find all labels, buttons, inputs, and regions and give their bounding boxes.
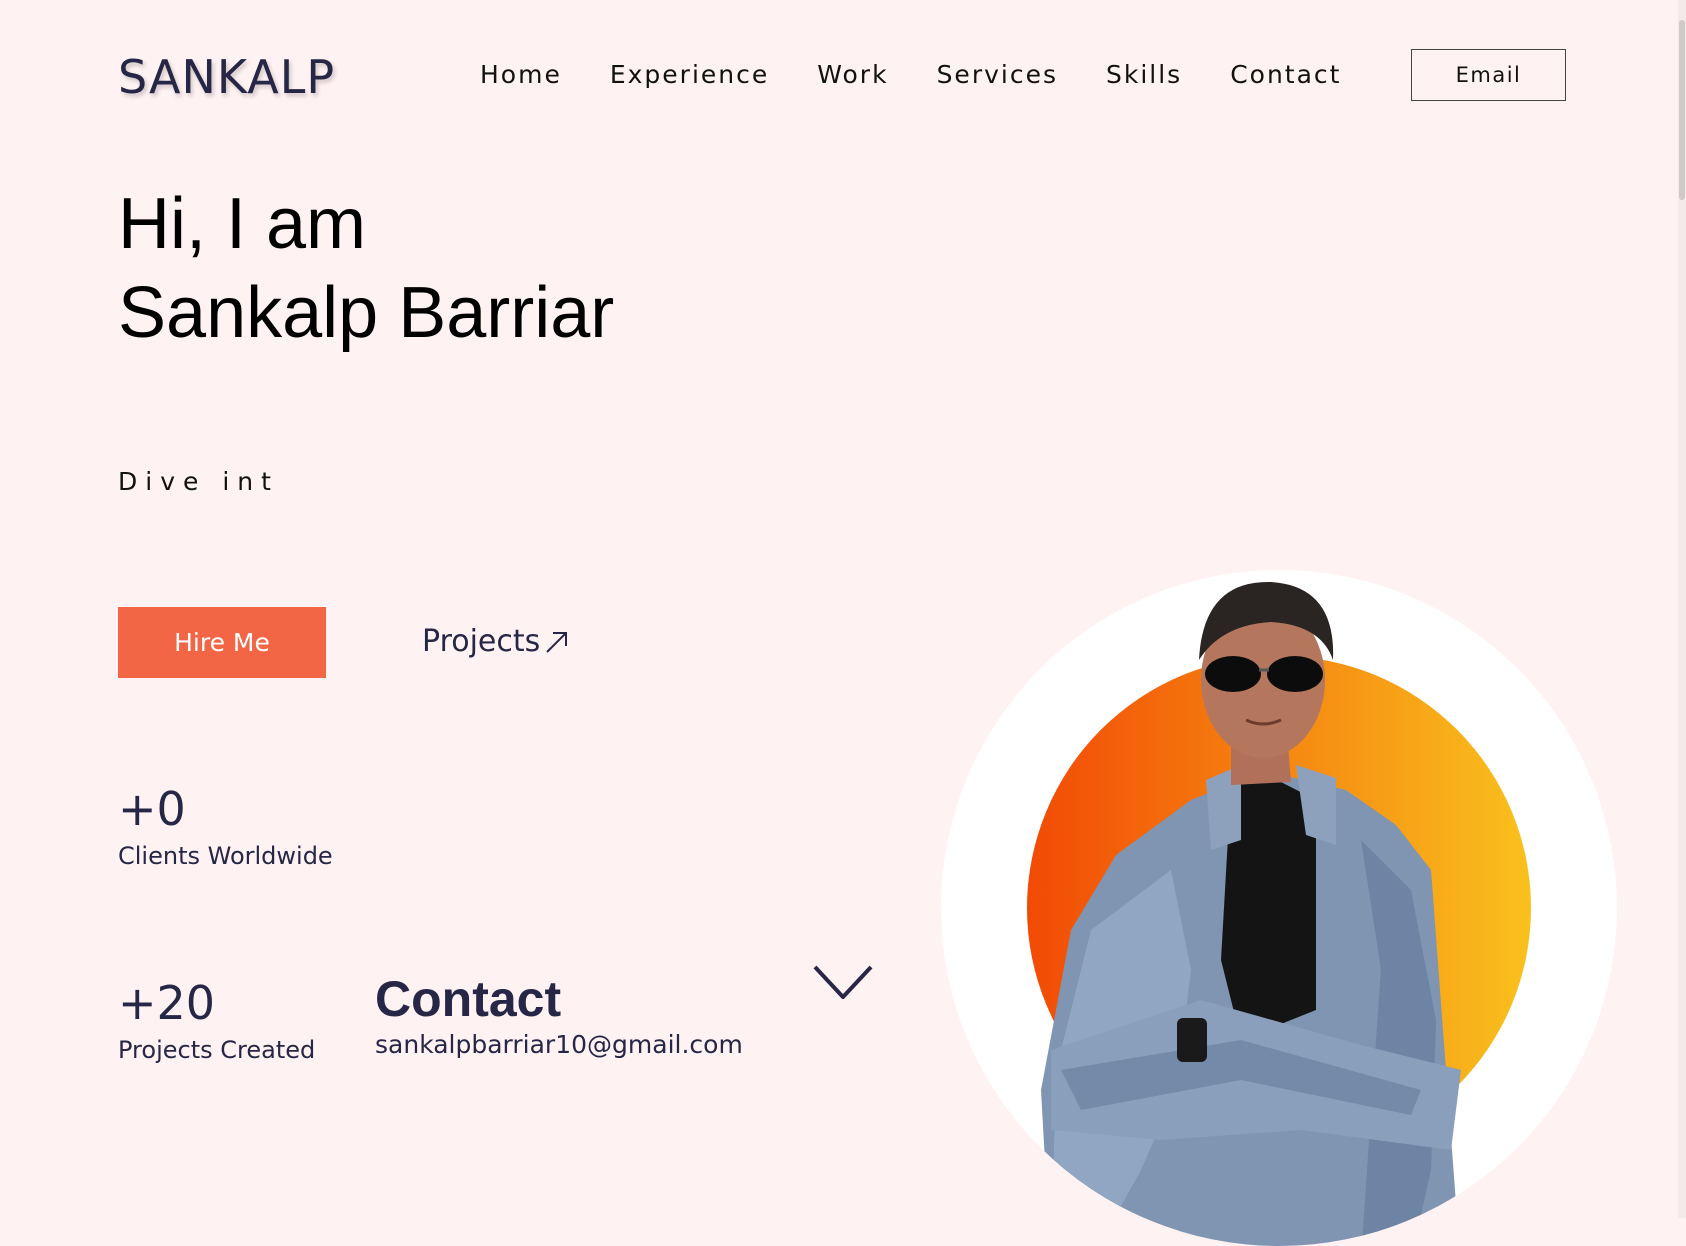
projects-count: +20 — [118, 976, 216, 1030]
hero-tagline: Dive int — [118, 467, 279, 496]
clients-label: Clients Worldwide — [118, 842, 333, 870]
main-nav: Home Experience Work Services Skills Con… — [480, 60, 1389, 89]
clients-count: +0 — [118, 782, 186, 836]
nav-work[interactable]: Work — [817, 60, 888, 89]
nav-home[interactable]: Home — [480, 60, 562, 89]
scrollbar-thumb[interactable] — [1679, 20, 1685, 200]
hero-name: Sankalp Barriar — [118, 273, 615, 353]
contact-email[interactable]: sankalpbarriar10@gmail.com — [375, 1030, 743, 1059]
site-logo[interactable]: SANKALP — [118, 50, 335, 104]
projects-label: Projects Created — [118, 1036, 316, 1064]
email-button[interactable]: Email — [1411, 49, 1566, 101]
arrow-up-right-icon — [546, 631, 568, 653]
nav-experience[interactable]: Experience — [610, 60, 769, 89]
projects-link-label: Projects — [422, 624, 541, 659]
nav-contact[interactable]: Contact — [1230, 60, 1341, 89]
chevron-down-icon[interactable] — [812, 962, 874, 1002]
hire-me-button[interactable]: Hire Me — [118, 607, 326, 678]
projects-link[interactable]: Projects — [422, 624, 570, 659]
nav-skills[interactable]: Skills — [1106, 60, 1182, 89]
nav-services[interactable]: Services — [937, 60, 1058, 89]
contact-title: Contact — [375, 971, 562, 1027]
hero-greeting: Hi, I am — [118, 184, 367, 264]
profile-portrait — [941, 570, 1617, 1246]
